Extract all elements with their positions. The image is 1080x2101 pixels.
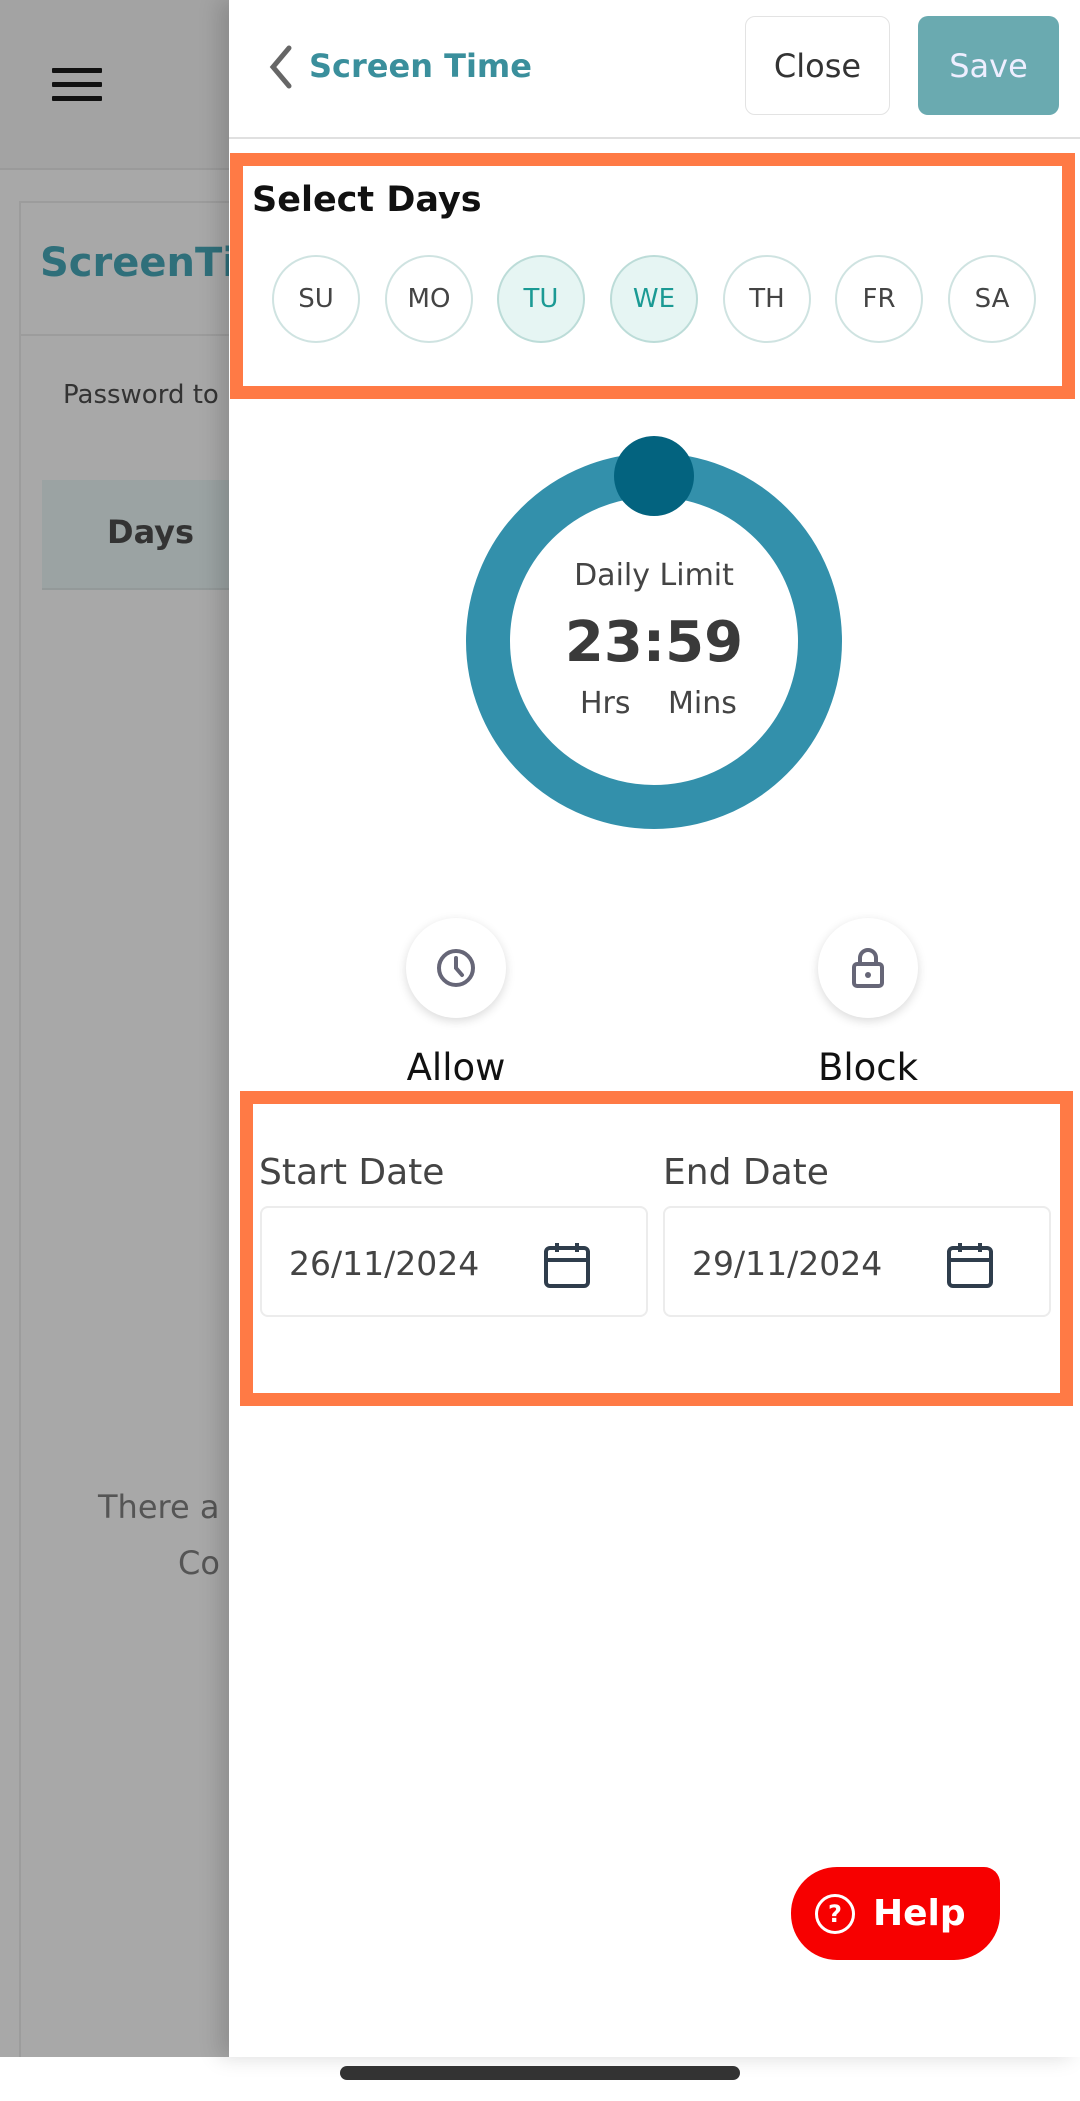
save-button[interactable]: Save [918,16,1059,115]
day-monday[interactable]: MO [385,255,473,343]
question-circle-icon: ? [815,1893,855,1934]
close-button[interactable]: Close [745,16,890,115]
end-date-value: 29/11/2024 [692,1244,883,1283]
calendar-icon[interactable] [542,1240,592,1290]
minutes-label: Mins [668,686,737,721]
background-empty-message-line2: Co [178,1544,220,1582]
table-header-days: Days [107,513,195,551]
day-thursday[interactable]: TH [723,255,811,343]
help-label: Help [873,1893,966,1934]
allow-label: Allow [406,1046,506,1089]
hamburger-menu-icon[interactable] [52,68,102,110]
daily-limit-label: Daily Limit [574,558,734,593]
dial-handle[interactable] [614,436,694,516]
select-days-title: Select Days [252,180,482,220]
day-wednesday[interactable]: WE [610,255,698,343]
chevron-left-icon[interactable] [265,44,295,90]
hours-label: Hrs [580,686,631,721]
drawer-title: Screen Time [309,47,532,85]
day-friday[interactable]: FR [835,255,923,343]
calendar-icon[interactable] [945,1240,995,1290]
block-button[interactable] [818,918,918,1018]
background-page-title: ScreenTi [40,240,236,286]
home-indicator[interactable] [340,2066,740,2080]
daily-limit-value: 23:59 [564,610,744,675]
start-date-value: 26/11/2024 [289,1244,480,1283]
day-saturday[interactable]: SA [948,255,1036,343]
drawer-header: Screen Time Close Save [229,0,1080,139]
lock-icon [852,948,884,988]
end-date-label: End Date [663,1152,829,1193]
background-empty-message: There a [98,1488,220,1526]
allow-button[interactable] [406,918,506,1018]
day-tuesday[interactable]: TU [497,255,585,343]
start-date-input[interactable]: 26/11/2024 [260,1206,648,1317]
day-sunday[interactable]: SU [272,255,360,343]
block-label: Block [817,1046,919,1089]
screen-time-drawer: Screen Time Close Save Select Days SU MO… [229,0,1080,2057]
clock-icon [437,949,475,987]
background-password-text: Password to [63,380,219,410]
help-button[interactable]: ? Help [791,1867,1000,1960]
end-date-input[interactable]: 29/11/2024 [663,1206,1051,1317]
start-date-label: Start Date [259,1152,445,1193]
